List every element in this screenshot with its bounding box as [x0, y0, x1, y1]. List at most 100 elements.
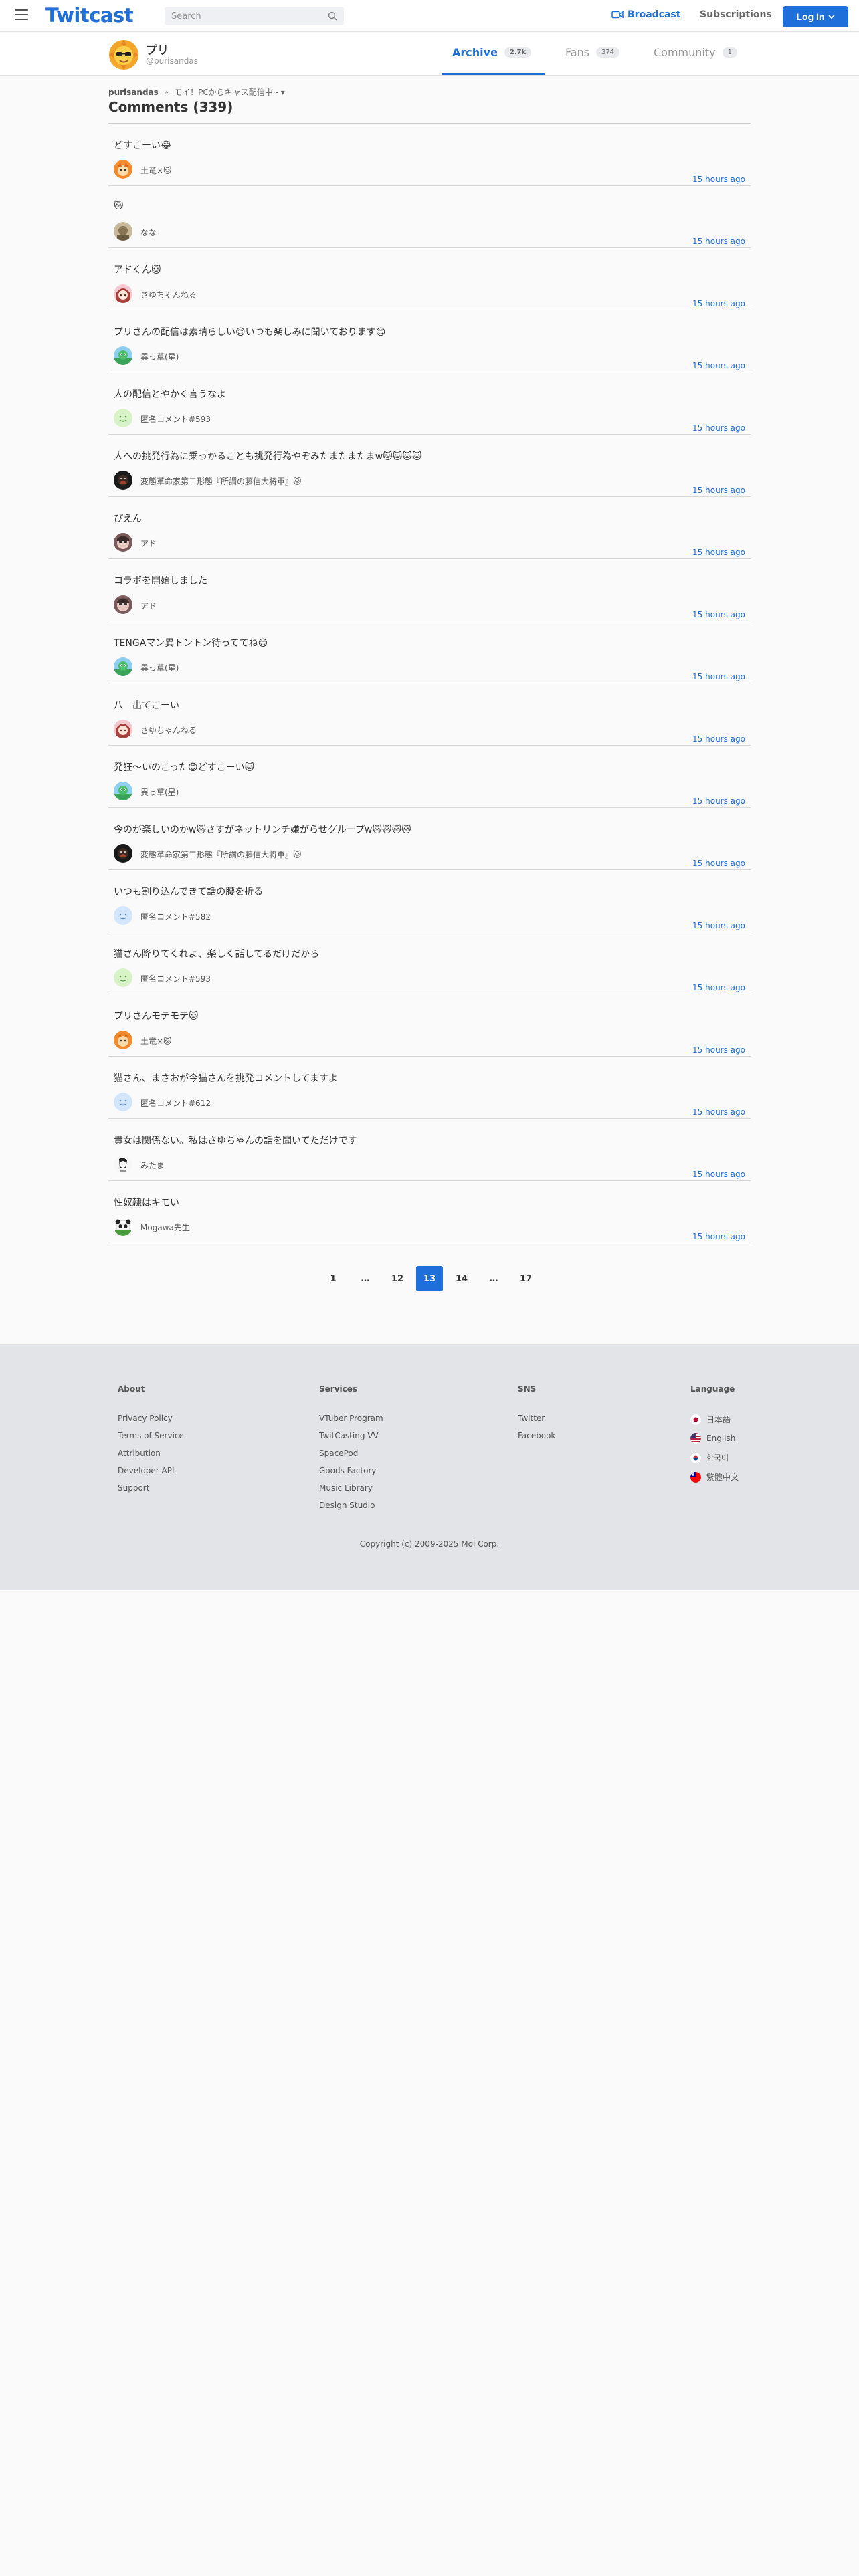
comment-timestamp-link[interactable]: 15 hours ago: [692, 921, 745, 930]
footer-link-spacepod[interactable]: SpacePod: [319, 1448, 383, 1458]
footer-link-goods-factory[interactable]: Goods Factory: [319, 1466, 383, 1475]
twitcast-logo[interactable]: Twitcast: [45, 4, 134, 27]
language-english[interactable]: English: [690, 1433, 739, 1444]
comment-timestamp-link[interactable]: 15 hours ago: [692, 361, 745, 370]
commenter-avatar[interactable]: [114, 1093, 132, 1111]
comment-timestamp-link[interactable]: 15 hours ago: [692, 983, 745, 992]
tab-community-label: Community: [654, 46, 716, 59]
comment-timestamp-link[interactable]: 15 hours ago: [692, 796, 745, 806]
pagination-page[interactable]: 17: [512, 1266, 539, 1291]
login-button[interactable]: Log In: [783, 6, 848, 27]
footer-link-attribution[interactable]: Attribution: [118, 1448, 184, 1458]
pagination-page[interactable]: 12: [384, 1266, 411, 1291]
comment-timestamp-link[interactable]: 15 hours ago: [692, 1107, 745, 1117]
search-icon[interactable]: [328, 11, 337, 21]
comment-timestamp-link[interactable]: 15 hours ago: [692, 1170, 745, 1179]
commenter-name[interactable]: 匿名コメント#593: [140, 413, 211, 425]
comment-timestamp-link[interactable]: 15 hours ago: [692, 1045, 745, 1055]
commenter-avatar[interactable]: [114, 844, 132, 863]
comment-timestamp-link[interactable]: 15 hours ago: [692, 672, 745, 681]
breadcrumb-movie[interactable]: モイ！PCからキャス配信中 - ▾: [174, 86, 285, 98]
language-traditional-chinese[interactable]: 繁體中文: [690, 1471, 739, 1483]
footer-link-music-library[interactable]: Music Library: [319, 1483, 383, 1493]
pagination-page[interactable]: 13: [416, 1266, 443, 1291]
tab-fans[interactable]: Fans 374: [565, 46, 620, 59]
commenter-name[interactable]: 変態革命家第二形態『所謂の藤信大将軍』🐱: [140, 849, 302, 860]
commenter-name[interactable]: さゆちゃんねる: [140, 724, 197, 736]
commenter-avatar[interactable]: [114, 906, 132, 925]
comment-item: プリさんモテモテ🐱 土竜×🐱 15 hours ago: [108, 994, 751, 1057]
commenter-name[interactable]: なな: [140, 227, 157, 238]
hamburger-menu-icon[interactable]: [15, 9, 28, 21]
commenter-avatar[interactable]: [114, 409, 132, 427]
tab-archive-count: 2.7k: [504, 47, 532, 58]
comment-item: TENGAマン異トントン待っててね😊 異っ草(星) 15 hours ago: [108, 621, 751, 683]
commenter-name[interactable]: みたま: [140, 1160, 165, 1171]
tab-community-count: 1: [722, 47, 737, 58]
comment-item: 八 出てこーい さゆちゃんねる 15 hours ago: [108, 683, 751, 746]
commenter-avatar[interactable]: [114, 782, 132, 800]
comment-timestamp-link[interactable]: 15 hours ago: [692, 237, 745, 246]
commenter-avatar[interactable]: [114, 1217, 132, 1236]
commenter-avatar[interactable]: [114, 595, 132, 614]
subscriptions-link[interactable]: Subscriptions: [700, 9, 772, 20]
commenter-name[interactable]: 匿名コメント#612: [140, 1097, 211, 1109]
commenter-avatar[interactable]: [114, 284, 132, 303]
footer-link-twitter[interactable]: Twitter: [518, 1414, 555, 1423]
commenter-name[interactable]: 匿名コメント#593: [140, 973, 211, 984]
commenter-name[interactable]: 異っ草(星): [140, 786, 179, 798]
commenter-avatar[interactable]: [114, 720, 132, 738]
commenter-avatar[interactable]: [114, 160, 132, 179]
commenter-avatar[interactable]: [114, 1031, 132, 1049]
pagination-page[interactable]: 14: [448, 1266, 475, 1291]
commenter-avatar[interactable]: [114, 471, 132, 490]
commenter-name[interactable]: さゆちゃんねる: [140, 289, 197, 300]
commenter-name[interactable]: 匿名コメント#582: [140, 911, 211, 922]
footer-link-privacy[interactable]: Privacy Policy: [118, 1414, 184, 1423]
comment-timestamp-link[interactable]: 15 hours ago: [692, 423, 745, 433]
tab-archive[interactable]: Archive 2.7k: [452, 46, 532, 59]
footer-link-design-studio[interactable]: Design Studio: [319, 1501, 383, 1510]
comment-timestamp-link[interactable]: 15 hours ago: [692, 859, 745, 868]
comment-timestamp-link[interactable]: 15 hours ago: [692, 175, 745, 184]
comment-item: 猫さん、まさおが今猫さんを挑発コメントしてますよ 匿名コメント#612 15 hou…: [108, 1057, 751, 1119]
footer-link-terms[interactable]: Terms of Service: [118, 1431, 184, 1440]
user-avatar[interactable]: [108, 39, 139, 70]
tab-archive-label: Archive: [452, 46, 498, 59]
footer-link-support[interactable]: Support: [118, 1483, 184, 1493]
search-input[interactable]: [165, 7, 344, 25]
commenter-name[interactable]: 変態革命家第二形態『所謂の藤信大将軍』🐱: [140, 475, 302, 487]
commenter-avatar[interactable]: [114, 533, 132, 552]
commenter-name[interactable]: Mogawa先生: [140, 1222, 190, 1233]
broadcast-link[interactable]: Broadcast: [611, 9, 680, 20]
commenter-avatar[interactable]: [114, 657, 132, 676]
commenter-avatar[interactable]: [114, 1155, 132, 1174]
commenter-name[interactable]: 土竜×🐱: [140, 165, 172, 176]
comment-timestamp-link[interactable]: 15 hours ago: [692, 548, 745, 557]
comment-timestamp-link[interactable]: 15 hours ago: [692, 1232, 745, 1241]
language-korean[interactable]: 한국어: [690, 1452, 739, 1463]
comment-item: アドくん🐱 さゆちゃんねる 15 hours ago: [108, 248, 751, 310]
language-japanese[interactable]: 日本語: [690, 1414, 739, 1425]
comment-timestamp-link[interactable]: 15 hours ago: [692, 486, 745, 495]
commenter-avatar[interactable]: [114, 968, 132, 987]
footer-heading-services: Services: [319, 1384, 358, 1394]
commenter-name[interactable]: アド: [140, 538, 157, 549]
tab-community[interactable]: Community 1: [654, 46, 737, 59]
footer-link-facebook[interactable]: Facebook: [518, 1431, 555, 1440]
us-flag-icon: [690, 1433, 701, 1444]
breadcrumb-user[interactable]: purisandas: [108, 88, 159, 97]
commenter-name[interactable]: 異っ草(星): [140, 662, 179, 673]
commenter-name[interactable]: 異っ草(星): [140, 351, 179, 362]
commenter-avatar[interactable]: [114, 346, 132, 365]
comment-timestamp-link[interactable]: 15 hours ago: [692, 299, 745, 308]
comment-timestamp-link[interactable]: 15 hours ago: [692, 610, 745, 619]
footer-link-developer-api[interactable]: Developer API: [118, 1466, 184, 1475]
commenter-name[interactable]: アド: [140, 600, 157, 611]
commenter-name[interactable]: 土竜×🐱: [140, 1035, 172, 1047]
comment-timestamp-link[interactable]: 15 hours ago: [692, 734, 745, 744]
footer-link-vtuber[interactable]: VTuber Program: [319, 1414, 383, 1423]
pagination-page[interactable]: 1: [320, 1266, 347, 1291]
footer-link-twitcasting-vv[interactable]: TwitCasting VV: [319, 1431, 383, 1440]
commenter-avatar[interactable]: [114, 222, 132, 241]
